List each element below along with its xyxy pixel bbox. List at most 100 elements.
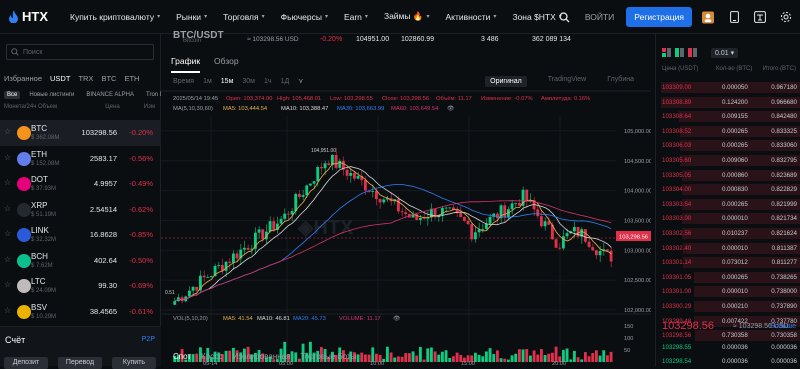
coin-row[interactable]: ☆ DOT $ 37.93M 4.9957 -0.49% bbox=[0, 171, 161, 197]
interval-30m[interactable]: 30м bbox=[242, 78, 255, 85]
buy-button[interactable]: Купить bbox=[112, 357, 156, 369]
coin-row[interactable]: ☆ BCH $ 7.62M 402.64 -0.50% bbox=[0, 248, 161, 274]
htx-logo[interactable]: HTX bbox=[8, 9, 60, 24]
tab-spot[interactable]: Спот bbox=[173, 352, 191, 361]
interval-1d[interactable]: 1Д bbox=[281, 78, 290, 85]
col-change[interactable]: Изм bbox=[144, 104, 155, 110]
candle-body bbox=[558, 247, 562, 249]
ask-row[interactable]: 103303.54 0.000265 0.821999 bbox=[656, 198, 800, 210]
language-icon[interactable] bbox=[754, 11, 766, 23]
star-icon[interactable]: ☆ bbox=[4, 178, 11, 187]
bid-row[interactable]: 103298.55 0.000036 0.000036 bbox=[656, 342, 800, 353]
search-input[interactable]: Поиск bbox=[6, 44, 154, 60]
candle-body bbox=[187, 290, 191, 297]
star-icon[interactable]: ☆ bbox=[4, 255, 11, 264]
eye-icon[interactable]: 👁 bbox=[447, 105, 454, 112]
mode-tradingview[interactable]: TradingView bbox=[548, 76, 587, 87]
tab-isolated[interactable]: Изолированная bbox=[233, 352, 291, 361]
ask-row[interactable]: 103306.03 0.000265 0.833060 bbox=[656, 140, 800, 152]
interval-15m[interactable]: 15м bbox=[221, 78, 234, 85]
ask-row[interactable]: 103302.56 0.010237 0.821624 bbox=[656, 228, 800, 239]
view-both-icon[interactable] bbox=[662, 48, 671, 57]
ask-row[interactable]: 103301.14 0.073012 0.811277 bbox=[656, 257, 800, 269]
ask-price: 103303.00 bbox=[662, 215, 692, 223]
mode-depth[interactable]: Глубина bbox=[607, 76, 634, 87]
filter-tab-1[interactable]: Новые листинги bbox=[26, 91, 77, 99]
quote-tab-2[interactable]: TRX bbox=[78, 74, 93, 83]
ask-row[interactable]: 103309.00 0.000050 0.967180 bbox=[656, 82, 800, 93]
col-pair[interactable]: Монета/24ч Объем bbox=[4, 104, 57, 110]
coin-row[interactable]: ☆ XRP $ 51.19M 2.54514 -0.62% bbox=[0, 197, 161, 223]
ask-row[interactable]: 103308.89 0.124200 0.966680 bbox=[656, 96, 800, 108]
ask-row[interactable]: 103308.64 0.009155 0.842480 bbox=[656, 111, 800, 123]
interval-time[interactable]: Время bbox=[173, 78, 194, 85]
star-icon[interactable]: ☆ bbox=[4, 153, 11, 162]
download-app-icon[interactable] bbox=[728, 11, 740, 23]
col-price[interactable]: Цена bbox=[105, 104, 119, 110]
candle-body bbox=[224, 261, 228, 271]
filter-tab-0[interactable]: Все bbox=[4, 91, 21, 99]
nav-item-4[interactable]: Earn ▾ bbox=[344, 11, 368, 22]
more-link[interactable]: Больше bbox=[770, 323, 796, 330]
login-button[interactable]: ВОЙТИ bbox=[585, 12, 614, 22]
nav-item-7[interactable]: Зона $HTX ▾ bbox=[512, 11, 561, 22]
star-icon[interactable]: ☆ bbox=[4, 127, 11, 136]
ask-row[interactable]: 103304.00 0.000830 0.822829 bbox=[656, 184, 800, 196]
coin-row[interactable]: ☆ BSV $ 10.29M 38.4565 -0.61% bbox=[0, 299, 161, 325]
candle-body bbox=[356, 175, 360, 179]
transfer-button[interactable]: Перевод bbox=[58, 357, 102, 369]
star-icon[interactable]: ☆ bbox=[4, 280, 11, 289]
bid-row[interactable]: 103298.54 0.000036 0.000036 bbox=[656, 356, 800, 367]
ask-row[interactable]: 103300.29 0.000210 0.737890 bbox=[656, 301, 800, 312]
interval-1h[interactable]: 1ч bbox=[264, 78, 272, 85]
star-icon[interactable]: ☆ bbox=[4, 306, 11, 315]
tab-cross[interactable]: Кросс bbox=[201, 352, 223, 361]
mode-original[interactable]: Оригинал bbox=[485, 75, 527, 87]
view-asks-icon[interactable] bbox=[688, 48, 697, 57]
quote-tab-1[interactable]: USDT bbox=[50, 74, 70, 83]
nav-item-3[interactable]: Фьючерсы ▾ bbox=[281, 11, 328, 22]
tab-chart[interactable]: График bbox=[171, 56, 201, 73]
ask-row[interactable]: 103303.00 0.000010 0.821734 bbox=[656, 213, 800, 225]
ask-row[interactable]: 103305.60 0.009060 0.832795 bbox=[656, 155, 800, 166]
nav-item-6[interactable]: Активности ▾ bbox=[445, 11, 496, 22]
indicator-icon[interactable]: ⋎ bbox=[298, 77, 303, 85]
coin-row[interactable]: ☆ BTC $ 362.08M 103298.56 -0.20% bbox=[0, 120, 161, 146]
star-icon[interactable]: ☆ bbox=[4, 229, 11, 238]
interval-1m[interactable]: 1м bbox=[203, 78, 212, 85]
ask-row[interactable]: 103301.00 0.000010 0.738000 bbox=[656, 286, 800, 298]
vol-eye-icon[interactable]: 👁 bbox=[393, 315, 400, 322]
coin-row[interactable]: ☆ LTC $ 24.09M 99.30 -0.69% bbox=[0, 273, 161, 299]
view-bids-icon[interactable] bbox=[675, 48, 684, 57]
nav-item-0[interactable]: Купить криптовалюту ▾ bbox=[70, 11, 160, 22]
candle-body bbox=[257, 229, 261, 233]
search-icon[interactable] bbox=[559, 11, 571, 23]
ask-row[interactable]: 103305.05 0.000860 0.823689 bbox=[656, 169, 800, 181]
ask-row[interactable]: 103308.52 0.000265 0.833325 bbox=[656, 125, 800, 137]
p2p-link[interactable]: P2P bbox=[142, 336, 155, 343]
candlestick-chart[interactable]: ◈HTX 105,000.00 104,500.00 104,000.00 103,5… bbox=[161, 90, 651, 366]
coin-row[interactable]: ☆ LINK $ 32.32M 16.8628 -0.85% bbox=[0, 222, 161, 248]
ask-row[interactable]: 103301.05 0.000265 0.738265 bbox=[656, 271, 800, 283]
candle-body bbox=[338, 160, 342, 168]
precision-select[interactable]: 0.01 ▾ bbox=[711, 48, 739, 58]
nav-item-label: Купить криптовалюту bbox=[70, 11, 155, 22]
settings-icon[interactable] bbox=[780, 11, 792, 23]
ask-row[interactable]: 103302.40 0.000010 0.811387 bbox=[656, 242, 800, 254]
volume-bar bbox=[481, 356, 485, 362]
tab-overview[interactable]: Обзор bbox=[214, 56, 239, 73]
tab-trading-bots[interactable]: Торговые Боты bbox=[300, 352, 356, 361]
star-icon[interactable]: ☆ bbox=[4, 204, 11, 213]
deposit-button[interactable]: Депозит bbox=[4, 357, 48, 369]
register-button[interactable]: Регистрация bbox=[626, 7, 692, 27]
nav-item-5[interactable]: Займы 🔥 ▾ bbox=[384, 11, 430, 22]
coin-row[interactable]: ☆ ETH $ 152.08M 2583.17 -0.56% bbox=[0, 146, 161, 172]
quote-tab-4[interactable]: ETH bbox=[124, 74, 139, 83]
nav-item-1[interactable]: Рынки ▾ bbox=[176, 11, 207, 22]
filter-tab-2[interactable]: BINANCE ALPHA bbox=[83, 91, 137, 99]
quote-tab-0[interactable]: Избранное bbox=[4, 74, 42, 83]
quote-tab-3[interactable]: BTC bbox=[101, 74, 116, 83]
candle-body bbox=[448, 207, 452, 209]
nav-item-2[interactable]: Торговля ▾ bbox=[223, 11, 265, 22]
avatar-icon[interactable] bbox=[702, 11, 714, 23]
